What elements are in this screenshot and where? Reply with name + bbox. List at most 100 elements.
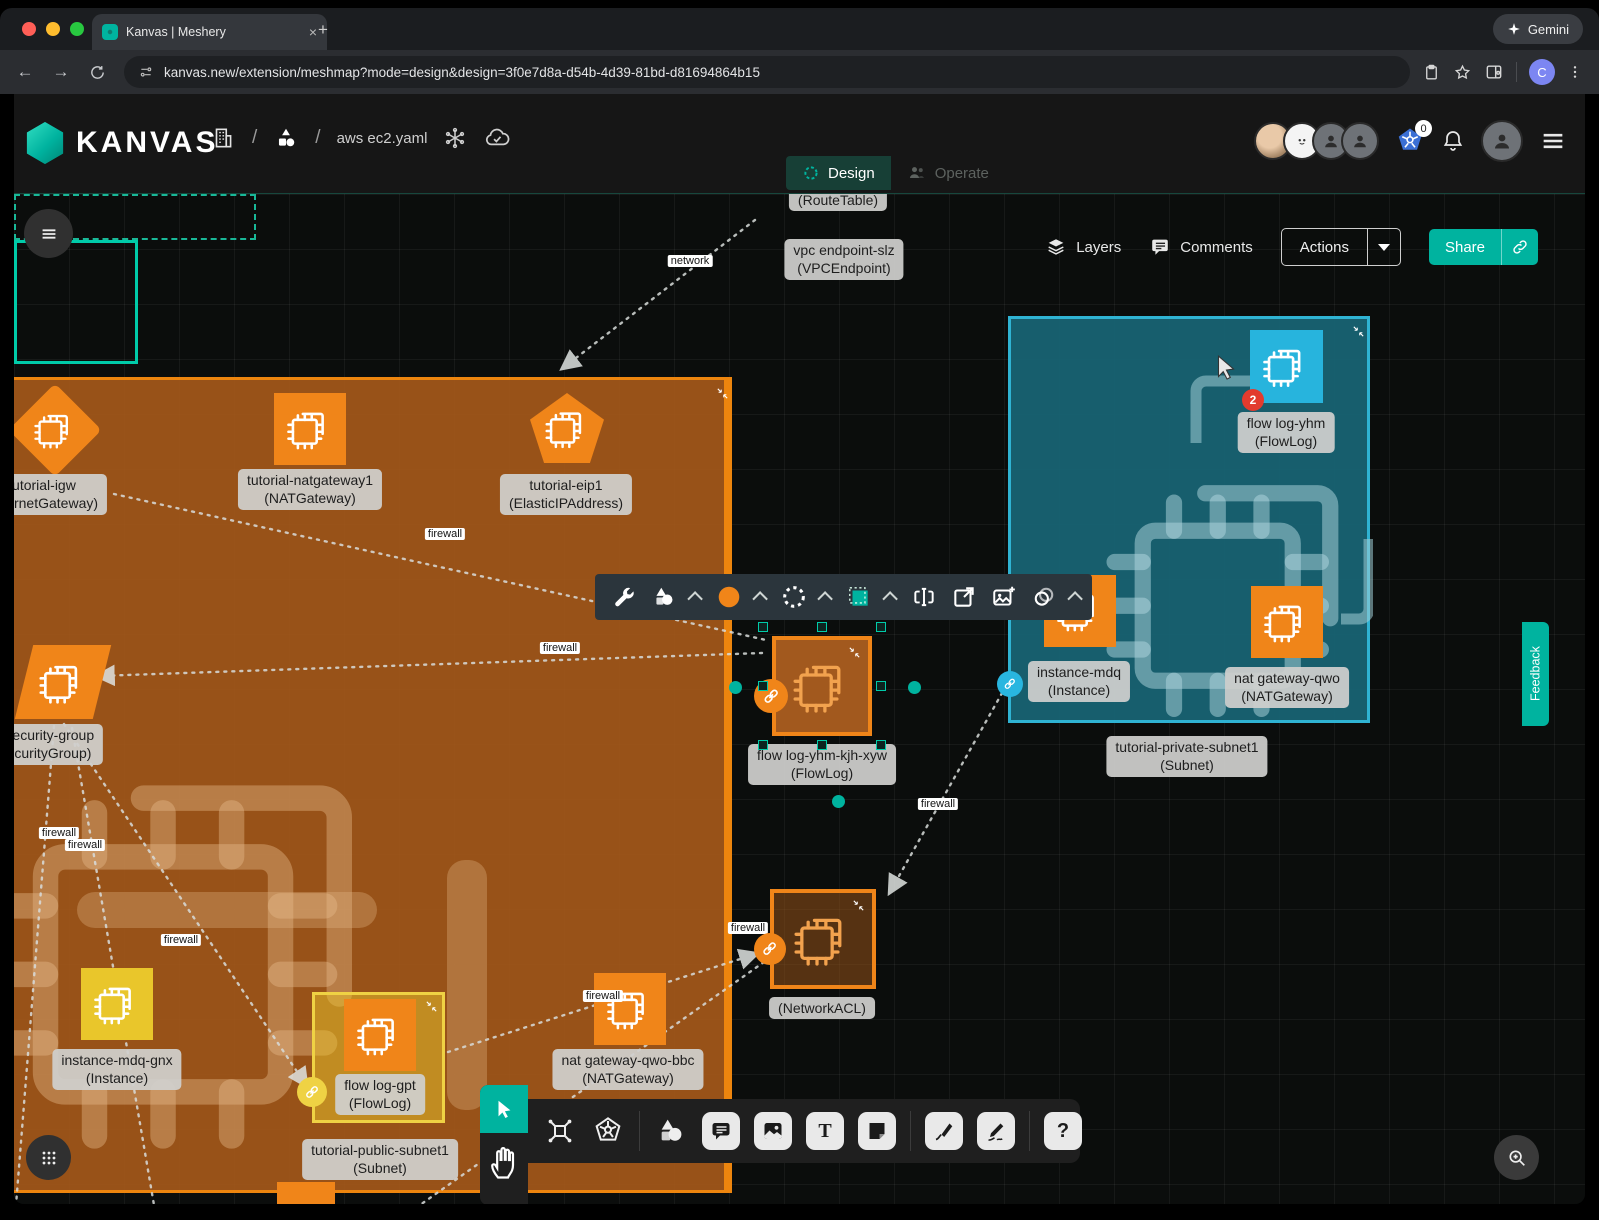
link-badge-network-acl[interactable] bbox=[754, 933, 786, 965]
workspace-shapes-icon[interactable] bbox=[273, 125, 299, 151]
notifications-bell-icon[interactable] bbox=[1441, 129, 1465, 153]
kubernetes-tool[interactable] bbox=[591, 1114, 625, 1148]
node-instance-mdq-gnx[interactable] bbox=[81, 968, 153, 1040]
edge-firewall-2[interactable] bbox=[98, 653, 762, 676]
chevron-up-icon[interactable] bbox=[817, 591, 833, 607]
collapse-icon[interactable] bbox=[847, 645, 862, 660]
address-bar[interactable]: kanvas.new/extension/meshmap?mode=design… bbox=[124, 56, 1410, 88]
edge-network[interactable] bbox=[563, 220, 755, 368]
resize-handle[interactable] bbox=[876, 622, 886, 632]
feedback-tab[interactable]: Feedback bbox=[1522, 622, 1549, 726]
collapse-icon[interactable] bbox=[851, 898, 866, 913]
chrome-profile-avatar[interactable]: C bbox=[1529, 59, 1555, 85]
help-tool[interactable]: ? bbox=[1044, 1112, 1082, 1150]
node-tutorial-natgateway1[interactable] bbox=[274, 393, 346, 465]
bookmark-star-icon[interactable] bbox=[1453, 63, 1472, 82]
pencil-tool[interactable] bbox=[977, 1112, 1015, 1150]
resize-handle[interactable] bbox=[758, 622, 768, 632]
label-vpc-endpoint-slz[interactable]: vpc endpoint-slz(VPCEndpoint) bbox=[784, 239, 903, 280]
design-file-name[interactable]: aws ec2.yaml bbox=[337, 130, 428, 147]
label-tutorial-private-subnet1[interactable]: tutorial-private-subnet1(Subnet) bbox=[1106, 736, 1267, 777]
collapse-icon[interactable] bbox=[424, 999, 439, 1014]
node-flow-log-yhm-kjh-xyw[interactable] bbox=[772, 636, 872, 736]
back-icon[interactable]: ← bbox=[10, 57, 40, 87]
image-add-tool[interactable] bbox=[991, 584, 1017, 610]
select-tool-button[interactable] bbox=[480, 1085, 528, 1133]
minimize-window-button[interactable] bbox=[46, 22, 60, 36]
zoom-search-button[interactable] bbox=[1494, 1135, 1539, 1180]
wrench-tool[interactable] bbox=[611, 584, 637, 610]
node-partial-bottom[interactable] bbox=[277, 1182, 335, 1204]
new-tab-button[interactable]: + bbox=[318, 20, 328, 40]
label-nat-gateway-qwo[interactable]: nat gateway-qwo(NATGateway) bbox=[1225, 667, 1349, 708]
connection-dot[interactable] bbox=[729, 681, 742, 694]
label-tutorial-public-subnet1[interactable]: tutorial-public-subnet1(Subnet) bbox=[302, 1139, 458, 1180]
design-canvas[interactable]: Layers Comments Actions Share bbox=[14, 193, 1585, 1204]
node-network-acl[interactable] bbox=[770, 889, 876, 989]
link-badge-private-subnet[interactable] bbox=[997, 671, 1023, 697]
tab-design[interactable]: Design bbox=[786, 156, 891, 190]
label-network-acl[interactable]: (NetworkACL) bbox=[769, 997, 875, 1019]
resize-handle[interactable] bbox=[817, 622, 827, 632]
chevron-up-icon[interactable] bbox=[1067, 591, 1083, 607]
label-tutorial-igw[interactable]: tutorial-igw(InternetGateway) bbox=[14, 474, 107, 515]
comment-tool[interactable] bbox=[702, 1112, 740, 1150]
resize-handle[interactable] bbox=[758, 681, 768, 691]
edge-firewall-7[interactable] bbox=[890, 686, 1006, 892]
widgets-grid-button[interactable] bbox=[26, 1135, 71, 1180]
browser-tab[interactable]: Kanvas | Meshery × bbox=[92, 14, 327, 50]
label-flow-log-gpt[interactable]: flow log-gpt(FlowLog) bbox=[335, 1074, 425, 1115]
node-nat-gateway-qwo[interactable] bbox=[1251, 586, 1323, 658]
square-teal-tool[interactable] bbox=[846, 584, 872, 610]
pan-tool-button[interactable] bbox=[487, 1141, 520, 1181]
label-route-table[interactable]: (RouteTable) bbox=[789, 193, 887, 211]
site-info-icon[interactable] bbox=[138, 64, 154, 80]
app-menu-icon[interactable] bbox=[1539, 127, 1567, 155]
chevron-up-icon[interactable] bbox=[752, 591, 768, 607]
shapes-tool[interactable] bbox=[651, 584, 677, 610]
resize-handle[interactable] bbox=[876, 740, 886, 750]
connection-dot[interactable] bbox=[832, 795, 845, 808]
shapes-light-tool[interactable] bbox=[654, 1114, 688, 1148]
connection-dot[interactable] bbox=[908, 681, 921, 694]
canvas-menu-button[interactable] bbox=[24, 209, 73, 258]
browser-menu-icon[interactable] bbox=[1567, 64, 1583, 80]
collapse-icon[interactable] bbox=[715, 386, 730, 401]
brand[interactable]: KANVAS bbox=[24, 122, 218, 164]
circle-orange-tool[interactable] bbox=[716, 584, 742, 610]
label-instance-mdq-gnx[interactable]: instance-mdq-gnx(Instance) bbox=[52, 1049, 181, 1090]
chevron-up-icon[interactable] bbox=[687, 591, 703, 607]
circle-dashed-tool[interactable] bbox=[781, 584, 807, 610]
pen-tool[interactable] bbox=[925, 1112, 963, 1150]
clipboard-icon[interactable] bbox=[1422, 63, 1441, 82]
collapse-icon[interactable] bbox=[1351, 324, 1366, 339]
mesh-chip-tool[interactable] bbox=[543, 1114, 577, 1148]
gemini-button[interactable]: Gemini bbox=[1493, 14, 1583, 44]
edge-firewall-5[interactable] bbox=[72, 728, 154, 1204]
user-avatar[interactable] bbox=[1481, 120, 1523, 162]
label-instance-mdq[interactable]: instance-mdq(Instance) bbox=[1028, 661, 1130, 702]
maximize-window-button[interactable] bbox=[70, 22, 84, 36]
image-tool[interactable] bbox=[754, 1112, 792, 1150]
snowflake-icon[interactable] bbox=[443, 126, 467, 150]
kubernetes-context-button[interactable]: 0 bbox=[1395, 126, 1425, 156]
circles-tool[interactable] bbox=[1031, 584, 1057, 610]
tab-operate[interactable]: Operate bbox=[891, 156, 1005, 190]
label-tutorial-natgateway1[interactable]: tutorial-natgateway1(NATGateway) bbox=[238, 469, 382, 510]
node-flow-log-gpt[interactable] bbox=[344, 999, 416, 1071]
collaborator-avatar[interactable] bbox=[1341, 122, 1379, 160]
label-tutorial-eip1[interactable]: tutorial-eip1(ElasticIPAddress) bbox=[500, 474, 632, 515]
label-nat-gateway-qwo-bbc[interactable]: nat gateway-qwo-bbc(NATGateway) bbox=[552, 1049, 703, 1090]
rename-tool[interactable] bbox=[911, 584, 937, 610]
side-panel-icon[interactable] bbox=[1484, 62, 1504, 82]
resize-handle[interactable] bbox=[876, 681, 886, 691]
close-window-button[interactable] bbox=[22, 22, 36, 36]
link-badge-flow-log-gpt[interactable] bbox=[297, 1077, 327, 1107]
node-nat-gateway-qwo-bbc[interactable] bbox=[594, 973, 666, 1045]
forward-icon[interactable]: → bbox=[46, 57, 76, 87]
resize-handle[interactable] bbox=[817, 740, 827, 750]
text-tool[interactable]: T bbox=[806, 1112, 844, 1150]
label-security-group[interactable]: al-security-group(SecurityGroup) bbox=[14, 724, 103, 765]
resize-handle[interactable] bbox=[758, 740, 768, 750]
open-new-tool[interactable] bbox=[951, 584, 977, 610]
